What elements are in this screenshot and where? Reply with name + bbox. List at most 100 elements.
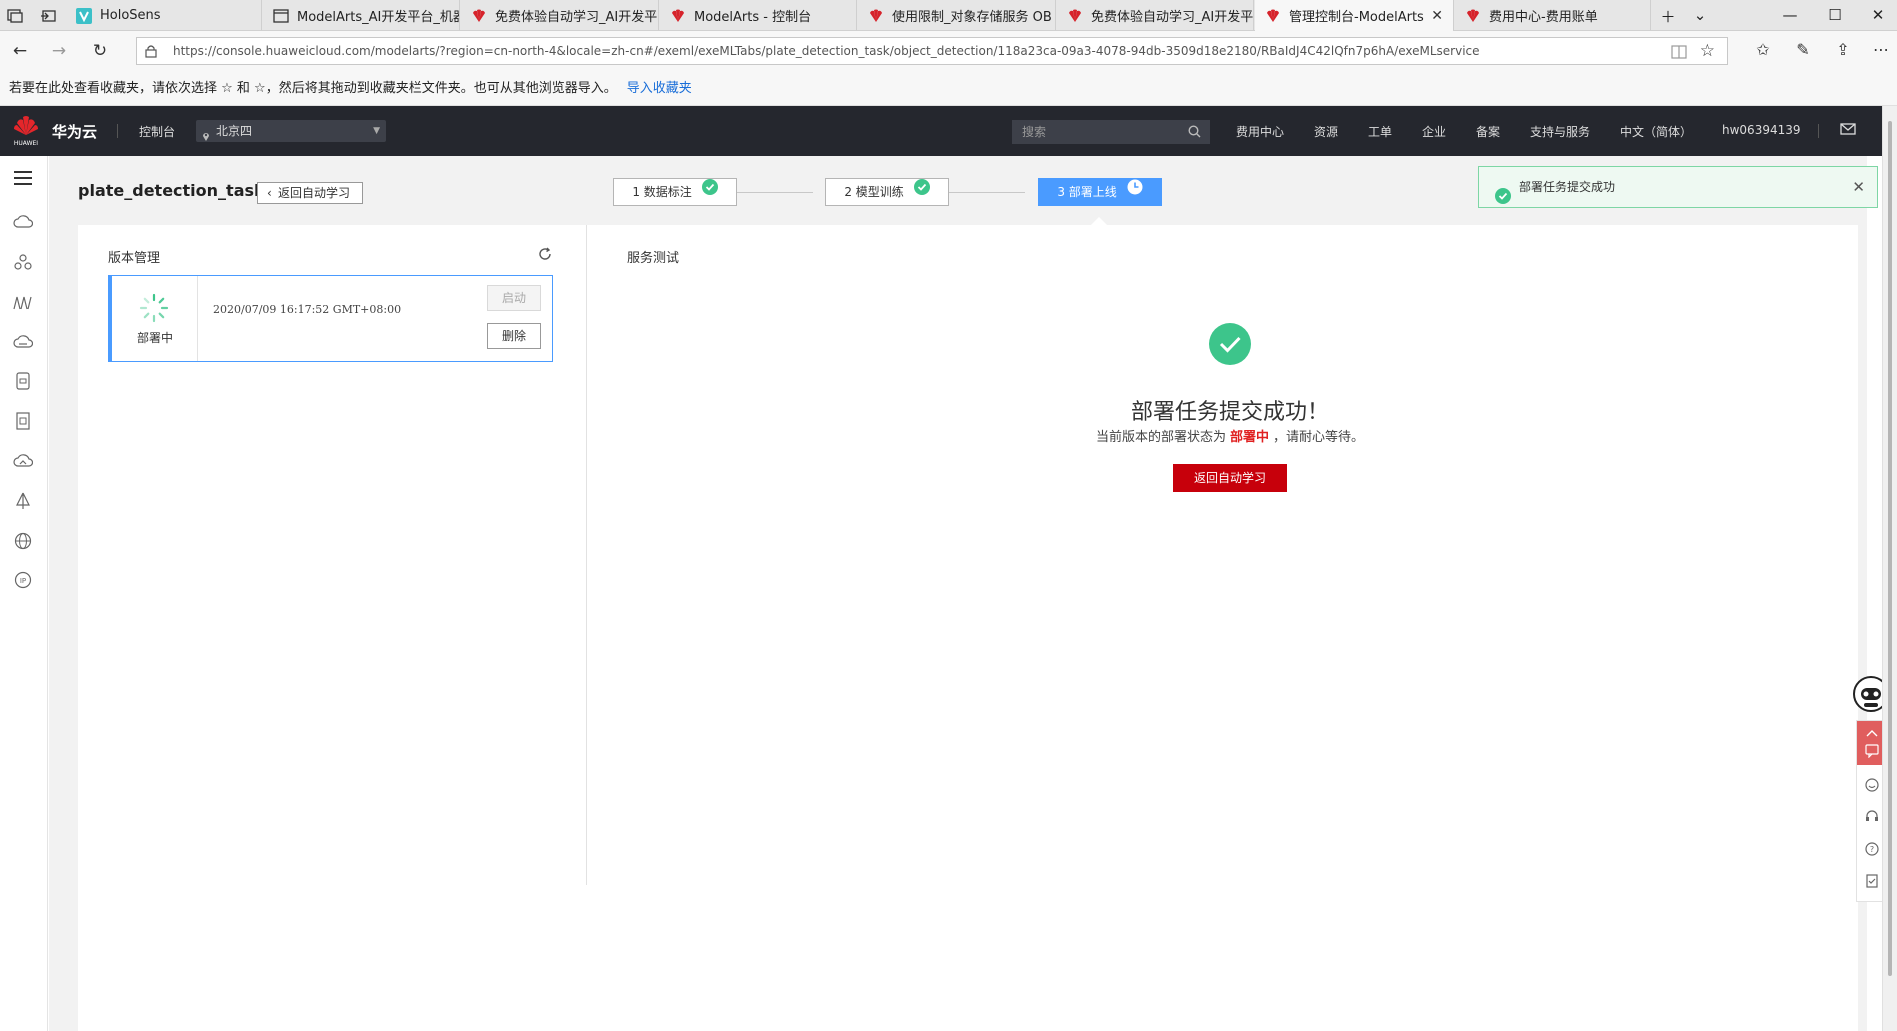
arrow-up-icon[interactable] bbox=[1864, 725, 1880, 741]
brand-name[interactable]: 华为云 bbox=[52, 121, 97, 142]
nodes-icon[interactable] bbox=[13, 252, 33, 272]
search-icon[interactable] bbox=[1188, 125, 1201, 141]
region-select[interactable]: 北京四 ▼ bbox=[196, 120, 386, 142]
refresh-icon[interactable] bbox=[538, 247, 552, 264]
tab-label: 免费体验自动学习_AI开发平 bbox=[495, 10, 658, 25]
search-input[interactable] bbox=[1012, 120, 1210, 144]
svg-text:?: ? bbox=[1870, 845, 1874, 854]
toast-message: 部署任务提交成功 bbox=[1519, 180, 1616, 194]
favorites-icon[interactable]: ✩ bbox=[1752, 39, 1774, 61]
nav-tickets[interactable]: 工单 bbox=[1368, 123, 1392, 140]
url-field[interactable]: https://console.huaweicloud.com/modelart… bbox=[136, 37, 1728, 65]
survey-icon[interactable] bbox=[1864, 873, 1880, 889]
step-connector bbox=[737, 192, 813, 193]
start-button[interactable]: 启动 bbox=[487, 285, 541, 311]
step-data-labeling[interactable]: 1 数据标注 bbox=[613, 178, 737, 206]
logo-text: HUAWEI bbox=[14, 140, 38, 147]
tab-actions-icon[interactable] bbox=[39, 7, 57, 25]
url-text[interactable]: https://console.huaweicloud.com/modelart… bbox=[173, 44, 1480, 58]
nav-user-account[interactable]: hw06394139 bbox=[1722, 123, 1801, 137]
browser-tab[interactable]: 费用中心-费用账单 bbox=[1455, 0, 1651, 31]
message-icon[interactable] bbox=[1864, 743, 1880, 759]
nav-billing-center[interactable]: 费用中心 bbox=[1236, 123, 1284, 140]
reload-icon[interactable]: ↻ bbox=[89, 40, 111, 62]
tab-label: 使用限制_对象存储服务 OB bbox=[892, 10, 1052, 25]
nav-language[interactable]: 中文（简体） bbox=[1620, 123, 1692, 140]
document-icon[interactable] bbox=[13, 411, 33, 431]
browser-tab[interactable]: ModelArts_AI开发平台_机器 bbox=[263, 0, 460, 31]
smile-icon[interactable] bbox=[1864, 777, 1880, 793]
browser-tab-bar: HoloSens ModelArts_AI开发平台_机器 免费体验自动学习_AI… bbox=[0, 0, 1897, 31]
share-icon[interactable]: ⇪ bbox=[1832, 39, 1854, 61]
scrollbar-thumb[interactable] bbox=[1888, 121, 1892, 976]
tab-label: ModelArts - 控制台 bbox=[694, 10, 812, 25]
back-arrow-icon[interactable]: ← bbox=[9, 40, 31, 62]
version-status-box: 部署中 bbox=[112, 276, 198, 361]
step-model-training[interactable]: 2 模型训练 bbox=[825, 178, 949, 206]
console-link[interactable]: 控制台 bbox=[139, 123, 175, 140]
check-circle-icon bbox=[1495, 180, 1511, 220]
cloud-icon[interactable] bbox=[13, 212, 33, 232]
menu-hamburger-icon[interactable] bbox=[13, 168, 33, 188]
page-title: plate_detection_task bbox=[78, 181, 265, 200]
page-scrollbar[interactable] bbox=[1882, 106, 1897, 1031]
divider bbox=[586, 225, 587, 885]
more-icon[interactable]: ⋯ bbox=[1870, 39, 1892, 61]
minimize-icon[interactable]: — bbox=[1780, 6, 1800, 24]
step-deploy[interactable]: 3 部署上线 bbox=[1038, 178, 1162, 206]
cloud-sync-icon[interactable] bbox=[13, 451, 33, 471]
reading-view-icon[interactable] bbox=[1671, 45, 1687, 62]
cloud-drive-icon[interactable] bbox=[13, 332, 33, 352]
feedback-panel[interactable] bbox=[1857, 721, 1885, 765]
version-card[interactable]: 部署中 2020/07/09 16:17:52 GMT+08:00 启动 删除 bbox=[108, 275, 553, 362]
step-label: 1 数据标注 bbox=[632, 185, 692, 199]
console-top-nav: HUAWEI 华为云 控制台 北京四 ▼ 费用中心 资源 工单 企业 备案 支持… bbox=[0, 106, 1882, 156]
maximize-icon[interactable]: ☐ bbox=[1825, 6, 1845, 24]
deploy-icon[interactable] bbox=[13, 491, 33, 511]
nav-icp-filing[interactable]: 备案 bbox=[1476, 123, 1500, 140]
window-menu-icon[interactable] bbox=[6, 7, 24, 25]
browser-tab[interactable]: ModelArts - 控制台 bbox=[660, 0, 857, 31]
browser-tab-active[interactable]: 管理控制台-ModelArts ✕ bbox=[1255, 0, 1454, 31]
new-tab-icon[interactable]: ＋ bbox=[1658, 6, 1678, 27]
holosens-icon bbox=[76, 7, 92, 24]
browser-tab[interactable]: 使用限制_对象存储服务 OB bbox=[858, 0, 1056, 31]
pen-icon[interactable]: ✎ bbox=[1792, 39, 1814, 61]
delete-button[interactable]: 删除 bbox=[487, 323, 541, 349]
help-icon[interactable]: ? bbox=[1864, 841, 1880, 857]
close-window-icon[interactable]: ✕ bbox=[1868, 6, 1888, 24]
success-toast: 部署任务提交成功 ✕ bbox=[1478, 166, 1878, 208]
check-circle-icon bbox=[913, 178, 930, 204]
browser-tab[interactable]: HoloSens bbox=[66, 0, 262, 31]
version-management-title: 版本管理 bbox=[108, 251, 161, 266]
loading-spinner-icon bbox=[138, 292, 170, 327]
return-auto-learning-button[interactable]: 返回自动学习 bbox=[1173, 464, 1287, 492]
location-pin-icon bbox=[202, 126, 210, 148]
success-description: 当前版本的部署状态为 部署中 ，请耐心等待。 bbox=[1030, 426, 1430, 445]
step-label: 2 模型训练 bbox=[844, 185, 904, 199]
ip-icon[interactable]: IP bbox=[13, 570, 33, 590]
browser-tab[interactable]: 免费体验自动学习_AI开发平 bbox=[461, 0, 659, 31]
forward-arrow-icon[interactable]: → bbox=[48, 40, 70, 62]
chart-icon[interactable] bbox=[13, 292, 33, 312]
globe-icon[interactable] bbox=[13, 531, 33, 551]
close-tab-icon[interactable]: ✕ bbox=[1431, 8, 1443, 24]
import-favorites-link[interactable]: 导入收藏夹 bbox=[627, 81, 692, 96]
huawei-logo[interactable]: HUAWEI bbox=[12, 115, 40, 147]
nav-support[interactable]: 支持与服务 bbox=[1530, 123, 1590, 140]
device-icon[interactable] bbox=[13, 371, 33, 391]
nav-resources[interactable]: 资源 bbox=[1314, 123, 1338, 140]
nav-enterprise[interactable]: 企业 bbox=[1422, 123, 1446, 140]
favorite-star-icon[interactable]: ☆ bbox=[1700, 41, 1715, 61]
version-status: 部署中 bbox=[136, 331, 173, 345]
back-to-auto-learning-button[interactable]: ‹ 返回自动学习 bbox=[257, 182, 363, 204]
browser-tab[interactable]: 免费体验自动学习_AI开发平 bbox=[1057, 0, 1254, 31]
tab-list-chevron-icon[interactable]: ⌄ bbox=[1690, 6, 1710, 24]
close-icon[interactable]: ✕ bbox=[1852, 167, 1865, 207]
mail-icon[interactable] bbox=[1840, 123, 1856, 138]
tab-label: ModelArts_AI开发平台_机器 bbox=[297, 10, 459, 25]
customer-service-icon[interactable] bbox=[1864, 809, 1880, 825]
divider bbox=[117, 124, 118, 138]
huawei-icon bbox=[1265, 8, 1281, 24]
back-button-label: 返回自动学习 bbox=[278, 186, 351, 200]
